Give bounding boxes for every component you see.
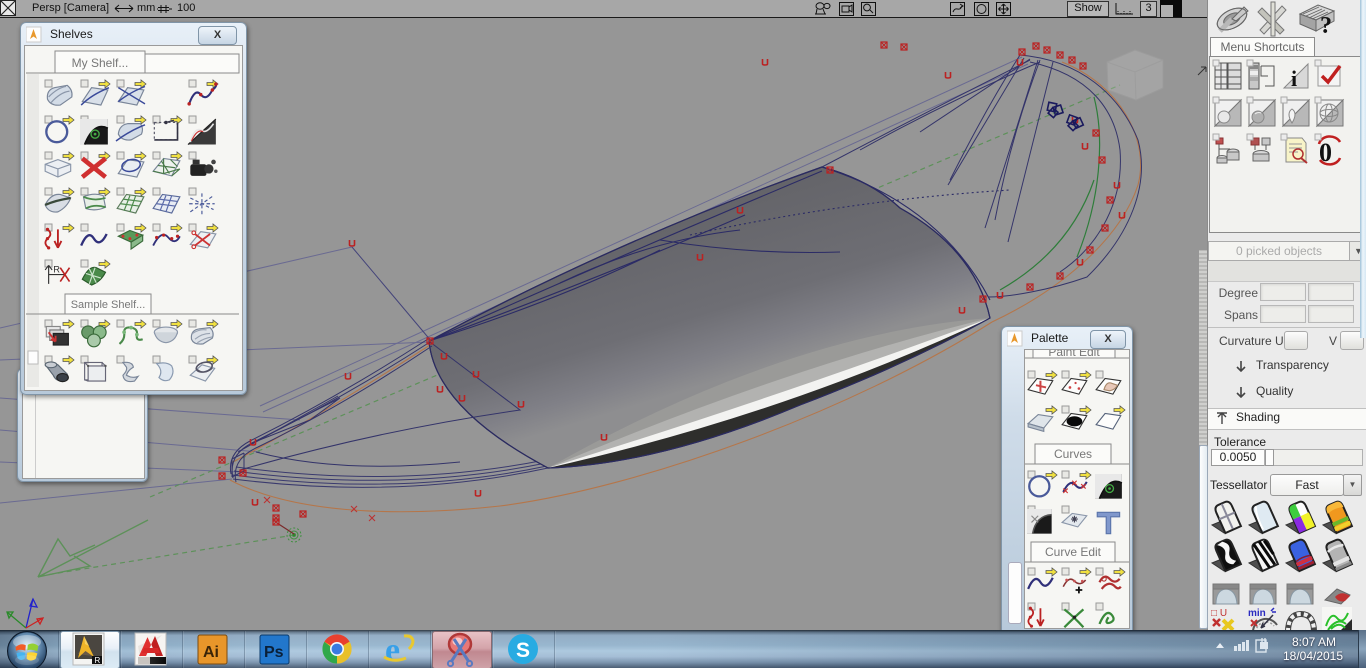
svg-text:Ps: Ps (264, 644, 284, 661)
svg-text:My Shelf...: My Shelf... (72, 56, 129, 70)
svg-text:S: S (516, 639, 530, 662)
svg-text:Sample Shelf...: Sample Shelf... (71, 299, 146, 311)
svg-text:Ai: Ai (203, 644, 219, 661)
svg-text:?: ? (1320, 13, 1332, 38)
svg-text:e: e (385, 632, 400, 667)
svg-text:i: i (1291, 66, 1297, 91)
svg-text:min: min (1248, 608, 1266, 619)
svg-text:R: R (95, 656, 101, 665)
svg-text:□ U: □ U (1211, 608, 1227, 619)
svg-text:Curve Edit: Curve Edit (1045, 545, 1102, 559)
svg-text:Curves: Curves (1054, 447, 1092, 461)
